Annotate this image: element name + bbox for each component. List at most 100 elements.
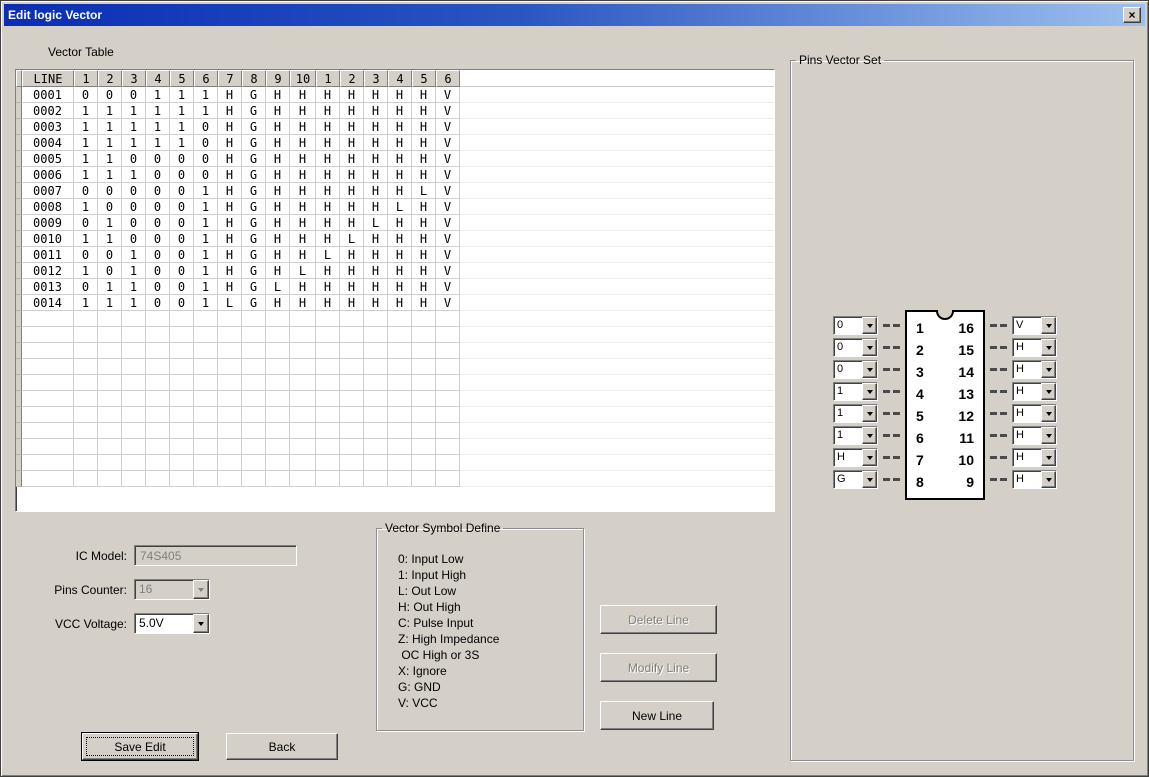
vector-cell[interactable]: G bbox=[242, 199, 266, 215]
dropdown-button[interactable] bbox=[1041, 471, 1056, 488]
line-number-cell[interactable]: 0009 bbox=[22, 215, 74, 231]
vector-cell[interactable]: H bbox=[290, 183, 316, 199]
vector-cell[interactable]: 0 bbox=[170, 199, 194, 215]
vector-cell[interactable]: 0 bbox=[122, 87, 146, 103]
vector-cell[interactable]: H bbox=[364, 103, 388, 119]
dropdown-button[interactable] bbox=[862, 339, 877, 356]
vector-cell[interactable]: H bbox=[266, 87, 290, 103]
vector-cell[interactable]: H bbox=[364, 199, 388, 215]
vector-cell[interactable]: G bbox=[242, 119, 266, 135]
vector-cell[interactable]: 0 bbox=[170, 151, 194, 167]
vector-cell[interactable]: H bbox=[412, 231, 436, 247]
vector-cell[interactable]: H bbox=[290, 279, 316, 295]
pin-value-combobox[interactable]: V bbox=[1012, 316, 1057, 335]
vector-cell[interactable]: 0 bbox=[122, 151, 146, 167]
vector-cell[interactable]: L bbox=[388, 199, 412, 215]
vector-cell[interactable]: G bbox=[242, 87, 266, 103]
vector-cell[interactable]: 1 bbox=[170, 119, 194, 135]
vector-cell[interactable]: 0 bbox=[194, 119, 218, 135]
vector-cell[interactable]: 0 bbox=[74, 215, 98, 231]
vector-cell[interactable]: 0 bbox=[98, 183, 122, 199]
vector-cell[interactable]: H bbox=[266, 263, 290, 279]
vector-cell[interactable]: H bbox=[218, 167, 242, 183]
vector-cell[interactable]: H bbox=[290, 247, 316, 263]
vector-cell[interactable]: G bbox=[242, 103, 266, 119]
vector-cell[interactable]: H bbox=[388, 247, 412, 263]
vector-cell[interactable]: G bbox=[242, 295, 266, 311]
vector-cell[interactable]: G bbox=[242, 183, 266, 199]
vector-cell[interactable]: L bbox=[290, 263, 316, 279]
line-number-cell[interactable]: 0003 bbox=[22, 119, 74, 135]
vector-cell[interactable]: H bbox=[388, 167, 412, 183]
vector-cell[interactable]: 1 bbox=[146, 135, 170, 151]
vector-cell[interactable]: H bbox=[266, 135, 290, 151]
dropdown-button[interactable] bbox=[1041, 449, 1056, 466]
vector-cell[interactable]: 0 bbox=[170, 167, 194, 183]
vector-cell[interactable]: 0 bbox=[122, 231, 146, 247]
dropdown-button[interactable] bbox=[862, 427, 877, 444]
vector-cell[interactable]: L bbox=[412, 183, 436, 199]
vector-cell[interactable]: H bbox=[388, 183, 412, 199]
pin-value-combobox[interactable]: H bbox=[1012, 338, 1057, 357]
vector-cell[interactable]: V bbox=[436, 167, 460, 183]
line-number-cell[interactable]: 0006 bbox=[22, 167, 74, 183]
dropdown-button[interactable] bbox=[862, 405, 877, 422]
vector-cell[interactable]: 1 bbox=[194, 247, 218, 263]
pin-value-combobox[interactable]: H bbox=[833, 448, 878, 467]
vector-cell[interactable]: 0 bbox=[170, 231, 194, 247]
vector-cell[interactable]: 1 bbox=[74, 119, 98, 135]
vector-cell[interactable]: H bbox=[388, 135, 412, 151]
vector-cell[interactable]: 1 bbox=[170, 135, 194, 151]
vector-cell[interactable]: 0 bbox=[146, 215, 170, 231]
vector-cell[interactable]: 0 bbox=[146, 279, 170, 295]
pin-value-combobox[interactable]: H bbox=[1012, 448, 1057, 467]
vector-cell[interactable]: 0 bbox=[146, 247, 170, 263]
vector-cell[interactable]: H bbox=[290, 199, 316, 215]
vector-cell[interactable]: 0 bbox=[170, 183, 194, 199]
vector-cell[interactable]: H bbox=[266, 215, 290, 231]
vector-cell[interactable]: 0 bbox=[74, 247, 98, 263]
pin-value-combobox[interactable]: H bbox=[1012, 360, 1057, 379]
vector-cell[interactable]: 0 bbox=[170, 263, 194, 279]
vector-cell[interactable]: H bbox=[316, 87, 340, 103]
vector-cell[interactable]: 1 bbox=[194, 231, 218, 247]
vector-cell[interactable]: 0 bbox=[146, 263, 170, 279]
vector-cell[interactable]: 0 bbox=[146, 199, 170, 215]
pin-value-combobox[interactable]: H bbox=[1012, 470, 1057, 489]
vector-cell[interactable]: H bbox=[364, 231, 388, 247]
vector-cell[interactable]: 0 bbox=[194, 135, 218, 151]
dropdown-button[interactable] bbox=[1041, 317, 1056, 334]
vector-cell[interactable]: 0 bbox=[98, 263, 122, 279]
vector-cell[interactable]: H bbox=[364, 87, 388, 103]
vector-cell[interactable]: H bbox=[290, 151, 316, 167]
vector-cell[interactable]: H bbox=[266, 183, 290, 199]
vector-cell[interactable]: H bbox=[218, 119, 242, 135]
vector-cell[interactable]: H bbox=[388, 231, 412, 247]
vector-cell[interactable]: H bbox=[364, 279, 388, 295]
vector-cell[interactable]: H bbox=[218, 279, 242, 295]
vector-cell[interactable]: H bbox=[218, 103, 242, 119]
line-number-cell[interactable]: 0008 bbox=[22, 199, 74, 215]
vector-cell[interactable]: H bbox=[290, 295, 316, 311]
vector-cell[interactable]: 1 bbox=[98, 279, 122, 295]
vector-cell[interactable]: V bbox=[436, 263, 460, 279]
vector-cell[interactable]: H bbox=[266, 231, 290, 247]
vector-cell[interactable]: H bbox=[412, 103, 436, 119]
vector-cell[interactable]: H bbox=[266, 247, 290, 263]
vector-cell[interactable]: H bbox=[266, 167, 290, 183]
vector-cell[interactable]: H bbox=[340, 167, 364, 183]
dropdown-button[interactable] bbox=[862, 471, 877, 488]
vector-cell[interactable]: 1 bbox=[122, 103, 146, 119]
vector-cell[interactable]: H bbox=[290, 135, 316, 151]
vector-cell[interactable]: V bbox=[436, 279, 460, 295]
vector-cell[interactable]: H bbox=[388, 263, 412, 279]
vector-cell[interactable]: H bbox=[316, 295, 340, 311]
vector-cell[interactable]: 1 bbox=[122, 295, 146, 311]
vector-cell[interactable]: H bbox=[412, 87, 436, 103]
vector-cell[interactable]: 1 bbox=[122, 279, 146, 295]
line-number-cell[interactable]: 0014 bbox=[22, 295, 74, 311]
vector-cell[interactable]: 1 bbox=[74, 103, 98, 119]
vector-cell[interactable]: 0 bbox=[122, 183, 146, 199]
save-edit-button[interactable]: Save Edit bbox=[82, 733, 198, 760]
vector-cell[interactable]: H bbox=[388, 87, 412, 103]
